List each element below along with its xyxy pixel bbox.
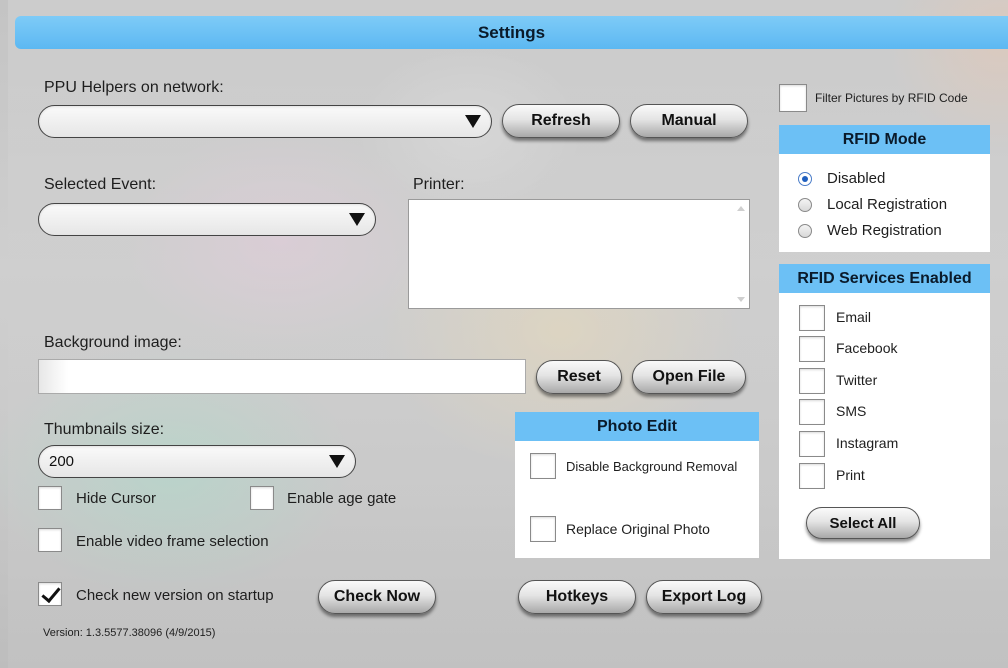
radio-local-registration[interactable]	[798, 198, 812, 212]
open-file-button[interactable]: Open File	[632, 360, 746, 394]
service-facebook-label: Facebook	[836, 340, 898, 356]
service-email-checkbox[interactable]	[799, 305, 825, 331]
radio-web-registration[interactable]	[798, 224, 812, 238]
printer-list[interactable]	[408, 199, 750, 309]
ppu-helpers-dropdown[interactable]	[38, 105, 492, 138]
service-sms-checkbox[interactable]	[799, 399, 825, 425]
video-frame-label: Enable video frame selection	[76, 533, 269, 550]
service-email-label: Email	[836, 309, 872, 325]
hotkeys-button[interactable]: Hotkeys	[518, 580, 636, 614]
manual-button[interactable]: Manual	[630, 104, 748, 138]
service-print-checkbox[interactable]	[799, 463, 825, 489]
radio-disabled-label: Disabled	[827, 170, 886, 187]
selected-event-label: Selected Event:	[44, 176, 157, 193]
photo-edit-panel: Photo Edit Disable Background Removal Re…	[515, 412, 759, 558]
scroll-up-icon[interactable]	[737, 206, 745, 211]
video-frame-checkbox[interactable]	[38, 528, 62, 552]
export-log-button[interactable]: Export Log	[646, 580, 762, 614]
radio-disabled[interactable]	[798, 172, 812, 186]
hide-cursor-label: Hide Cursor	[76, 490, 157, 507]
rfid-mode-title: RFID Mode	[779, 125, 990, 154]
service-instagram-checkbox[interactable]	[799, 431, 825, 457]
photo-edit-title: Photo Edit	[515, 412, 759, 441]
age-gate-checkbox[interactable]	[250, 486, 274, 510]
dropdown-arrow-icon	[349, 213, 365, 226]
check-version-checkbox[interactable]	[38, 582, 62, 606]
replace-original-checkbox[interactable]	[530, 516, 556, 542]
service-twitter-checkbox[interactable]	[799, 368, 825, 394]
check-version-label: Check new version on startup	[76, 587, 274, 604]
selected-event-dropdown[interactable]	[38, 203, 376, 236]
background-image-label: Background image:	[44, 334, 182, 351]
rfid-services-panel: RFID Services Enabled Email Facebook Twi…	[779, 264, 990, 559]
scroll-down-icon[interactable]	[737, 297, 745, 302]
check-now-button[interactable]: Check Now	[318, 580, 436, 614]
service-facebook-checkbox[interactable]	[799, 336, 825, 362]
radio-web-registration-label: Web Registration	[827, 222, 942, 239]
radio-local-registration-label: Local Registration	[827, 196, 948, 213]
disable-bg-removal-checkbox[interactable]	[530, 453, 556, 479]
filter-rfid-checkbox[interactable]	[779, 84, 807, 112]
service-print-label: Print	[836, 467, 865, 483]
filter-rfid-label: Filter Pictures by RFID Code	[815, 91, 968, 105]
thumbnails-size-label: Thumbnails size:	[44, 421, 165, 438]
replace-original-label: Replace Original Photo	[566, 521, 710, 537]
reset-button[interactable]: Reset	[536, 360, 622, 394]
refresh-button[interactable]: Refresh	[502, 104, 620, 138]
service-instagram-label: Instagram	[836, 435, 899, 451]
service-sms-label: SMS	[836, 403, 867, 419]
dropdown-arrow-icon	[465, 115, 481, 128]
rfid-services-title: RFID Services Enabled	[779, 264, 990, 293]
dropdown-arrow-icon	[329, 455, 345, 468]
rfid-mode-panel: RFID Mode Disabled Local Registration We…	[779, 125, 990, 252]
hide-cursor-checkbox[interactable]	[38, 486, 62, 510]
window-title-bar: Settings	[15, 16, 1008, 49]
background-image-input[interactable]	[38, 359, 526, 394]
thumbnails-size-value: 200	[49, 453, 75, 470]
disable-bg-removal-label: Disable Background Removal	[566, 459, 738, 474]
printer-label: Printer:	[413, 176, 465, 193]
thumbnails-size-dropdown[interactable]: 200	[38, 445, 356, 478]
select-all-button[interactable]: Select All	[806, 507, 920, 539]
age-gate-label: Enable age gate	[287, 490, 397, 507]
version-text: Version: 1.3.5577.38096 (4/9/2015)	[43, 627, 216, 639]
ppu-helpers-label: PPU Helpers on network:	[44, 79, 224, 96]
window-title: Settings	[477, 22, 546, 42]
service-twitter-label: Twitter	[836, 372, 878, 388]
